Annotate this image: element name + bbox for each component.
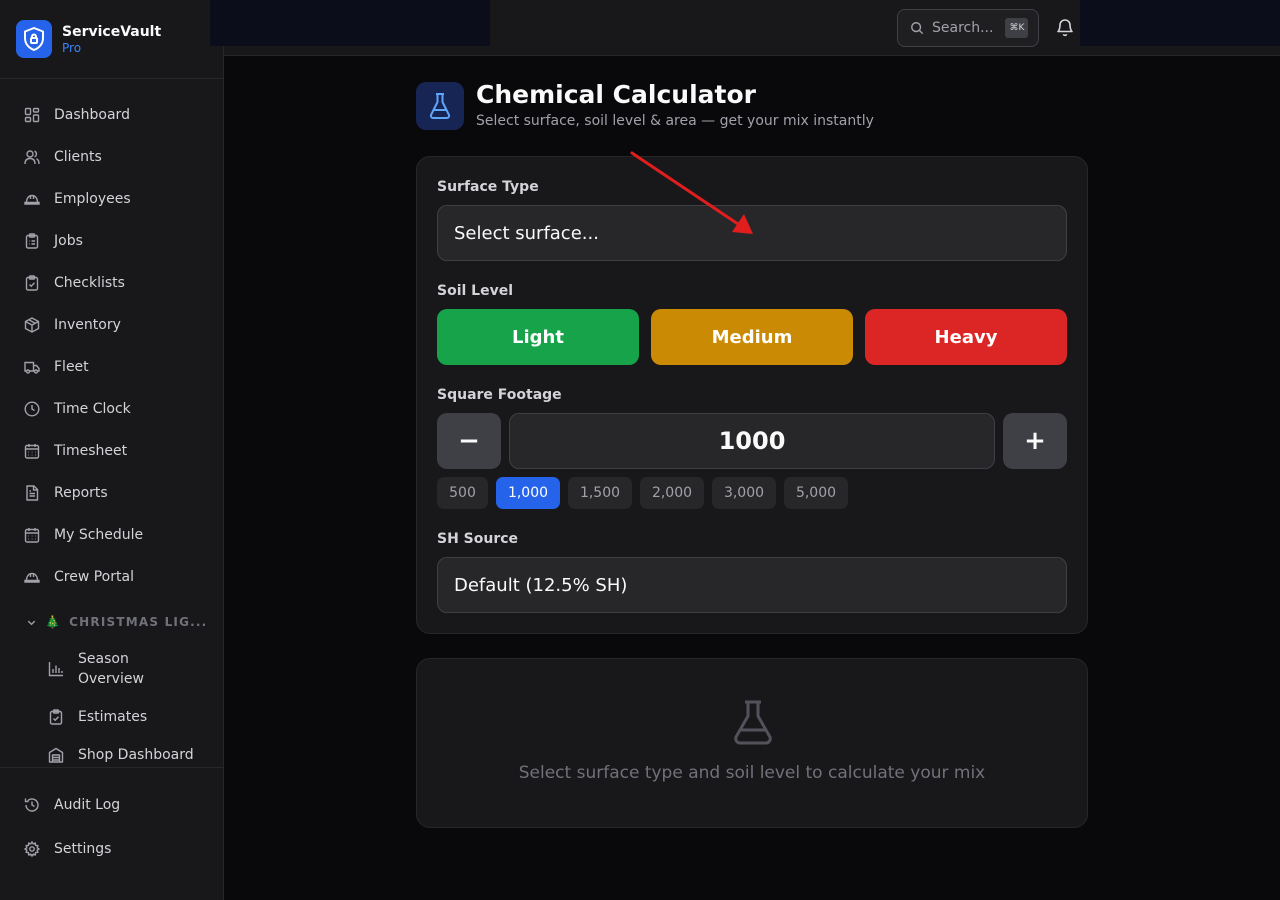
top-bar-overlay <box>210 0 490 46</box>
preset-500-button[interactable]: 500 <box>437 477 488 509</box>
clipboard-list-icon <box>25 233 39 249</box>
sidebar-item-inventory[interactable]: Inventory <box>0 304 223 346</box>
sidebar: ServiceVault Pro Dashboard Clients Emplo… <box>0 0 224 900</box>
sidebar-item-my-schedule[interactable]: My Schedule <box>0 514 223 556</box>
sidebar-item-jobs[interactable]: Jobs <box>0 220 223 262</box>
calendar-icon <box>24 444 40 459</box>
hard-hat-icon <box>24 572 40 583</box>
preset-5000-button[interactable]: 5,000 <box>784 477 848 509</box>
search-input[interactable]: Search... ⌘K <box>897 9 1039 47</box>
sh-source-select[interactable]: Default (12.5% SH) <box>437 557 1067 613</box>
dashboard-icon <box>24 107 40 123</box>
soil-heavy-button[interactable]: Heavy <box>865 309 1067 365</box>
brand-plan: Pro <box>62 41 82 55</box>
calendar-icon <box>24 528 40 543</box>
sidebar-item-settings[interactable]: Settings <box>0 827 223 871</box>
sidebar-item-season-overview[interactable]: Season Overview <box>0 640 223 698</box>
file-text-icon <box>26 485 39 501</box>
sidebar-item-employees[interactable]: Employees <box>0 178 223 220</box>
sidebar-item-label: Audit Log <box>54 797 121 813</box>
gear-icon <box>24 841 40 857</box>
sidebar-item-label: My Schedule <box>54 527 144 543</box>
calculator-form-card: Surface Type Select surface... Soil Leve… <box>416 156 1088 634</box>
sidebar-item-label: Jobs <box>54 233 83 249</box>
clipboard-check-icon <box>49 709 63 725</box>
bell-icon[interactable] <box>1055 17 1075 37</box>
increment-button[interactable]: + <box>1003 413 1067 469</box>
sidebar-item-label: Time Clock <box>54 401 131 417</box>
soil-light-button[interactable]: Light <box>437 309 639 365</box>
sidebar-item-label: Shop Dashboard <box>78 747 194 763</box>
sidebar-item-label: Checklists <box>54 275 125 291</box>
keyboard-shortcut-badge: ⌘K <box>1005 18 1029 38</box>
brand-name: ServiceVault <box>62 24 162 40</box>
sh-source-label: SH Source <box>437 531 519 547</box>
sidebar-section-christmas-lights[interactable]: 🎄 CHRISTMAS LIG... <box>0 604 223 640</box>
sidebar-item-checklists[interactable]: Checklists <box>0 262 223 304</box>
preset-2000-button[interactable]: 2,000 <box>640 477 704 509</box>
preset-3000-button[interactable]: 3,000 <box>712 477 776 509</box>
result-card: Select surface type and soil level to ca… <box>416 658 1088 828</box>
history-icon <box>24 798 39 812</box>
sidebar-item-label: Timesheet <box>54 443 128 459</box>
sidebar-item-audit-log[interactable]: Audit Log <box>0 783 223 827</box>
surface-type-label: Surface Type <box>437 179 539 195</box>
warehouse-icon <box>48 747 64 763</box>
square-footage-input[interactable]: 1000 <box>509 413 995 469</box>
sidebar-item-estimates[interactable]: Estimates <box>0 698 223 736</box>
sidebar-nav: Dashboard Clients Employees Jobs Checkli… <box>0 79 223 774</box>
top-bar-overlay <box>1080 0 1280 46</box>
flask-icon <box>734 700 772 745</box>
surface-type-select[interactable]: Select surface... <box>437 205 1067 261</box>
sidebar-item-label: Clients <box>54 149 102 165</box>
empty-state-text: Select surface type and soil level to ca… <box>518 763 986 783</box>
sidebar-item-label: Inventory <box>54 317 121 333</box>
shield-lock-icon <box>16 20 52 58</box>
sidebar-item-label: Estimates <box>78 709 148 725</box>
clipboard-check-icon <box>25 275 39 291</box>
users-icon <box>24 150 40 165</box>
sidebar-item-label: Season Overview <box>78 651 144 687</box>
sidebar-item-reports[interactable]: Reports <box>0 472 223 514</box>
soil-medium-button[interactable]: Medium <box>651 309 853 365</box>
sidebar-item-label: Settings <box>54 841 112 857</box>
page-title: Chemical Calculator <box>476 80 756 109</box>
sidebar-item-fleet[interactable]: Fleet <box>0 346 223 388</box>
sidebar-item-label: Reports <box>54 485 108 501</box>
bar-chart-icon <box>48 662 63 677</box>
sidebar-item-label: Dashboard <box>54 107 130 123</box>
search-placeholder: Search... <box>932 20 994 36</box>
hard-hat-icon <box>24 194 40 205</box>
sidebar-item-label: Fleet <box>54 359 89 375</box>
sidebar-item-dashboard[interactable]: Dashboard <box>0 94 223 136</box>
chevron-down-icon <box>27 620 36 625</box>
package-icon <box>24 317 40 333</box>
sidebar-item-label: Crew Portal <box>54 569 134 585</box>
preset-1500-button[interactable]: 1,500 <box>568 477 632 509</box>
sidebar-item-timesheet[interactable]: Timesheet <box>0 430 223 472</box>
sidebar-footer: Audit Log Settings <box>0 767 223 900</box>
sidebar-item-label: Employees <box>54 191 131 207</box>
square-footage-label: Square Footage <box>437 387 562 403</box>
search-icon <box>911 22 924 35</box>
sidebar-item-time-clock[interactable]: Time Clock <box>0 388 223 430</box>
flask-icon <box>416 82 464 130</box>
decrement-button[interactable]: − <box>437 413 501 469</box>
sidebar-item-clients[interactable]: Clients <box>0 136 223 178</box>
christmas-tree-icon: 🎄 <box>45 615 62 629</box>
clock-icon <box>24 401 40 417</box>
preset-1000-button[interactable]: 1,000 <box>496 477 560 509</box>
truck-icon <box>24 361 40 374</box>
soil-level-label: Soil Level <box>437 283 514 299</box>
page-subtitle: Select surface, soil level & area — get … <box>476 113 874 129</box>
brand[interactable]: ServiceVault Pro <box>0 0 223 79</box>
sidebar-item-crew-portal[interactable]: Crew Portal <box>0 556 223 598</box>
section-label: CHRISTMAS LIG... <box>69 615 208 629</box>
